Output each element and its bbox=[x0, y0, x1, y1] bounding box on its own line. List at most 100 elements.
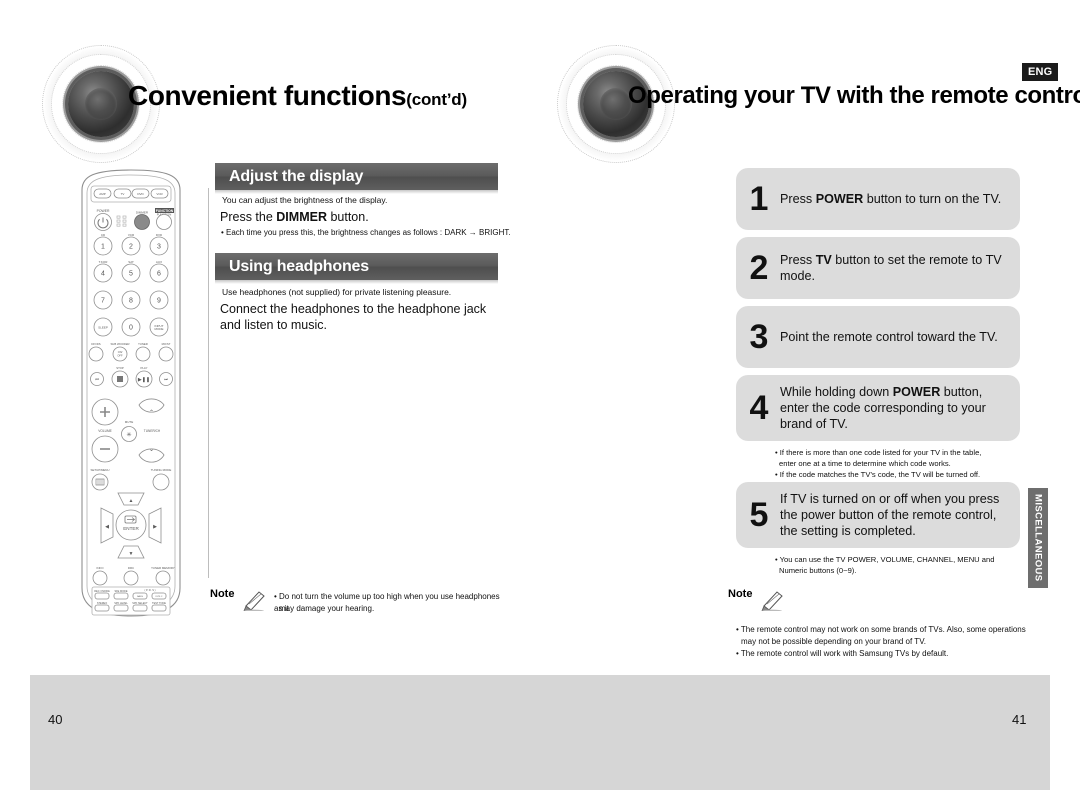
page-number-left: 40 bbox=[48, 712, 63, 727]
svg-text:STEREO: STEREO bbox=[97, 602, 107, 605]
section-heading-using-headphones: Using headphones bbox=[215, 253, 498, 284]
step-3-number: 3 bbox=[749, 318, 769, 356]
step-1: 1 Press POWER button to turn on the TV. bbox=[736, 168, 1020, 230]
page-title: Convenient functions(cont’d) bbox=[128, 80, 467, 112]
step-3: 3 Point the remote control toward the TV… bbox=[736, 306, 1020, 368]
svg-text:SLEEP: SLEEP bbox=[98, 326, 108, 330]
svg-text:POWER: POWER bbox=[97, 209, 110, 213]
svg-text:MODE: MODE bbox=[155, 327, 164, 331]
left-page: Convenient functions(cont’d) Adjust the … bbox=[0, 0, 540, 790]
side-tab-miscellaneous: MISCELLANEOUS bbox=[1028, 488, 1048, 588]
svg-text:DIMMER: DIMMER bbox=[136, 211, 149, 215]
instr-suffix: button. bbox=[326, 210, 369, 224]
step-2-part-a: Press bbox=[780, 252, 816, 267]
step-5: 5 If TV is turned on or off when you pre… bbox=[736, 482, 1020, 548]
svg-text:◀: ◀ bbox=[105, 524, 109, 530]
svg-text:SFE MODE: SFE MODE bbox=[114, 590, 127, 593]
adjust-display-bullet: • Each time you press this, the brightne… bbox=[221, 228, 511, 237]
svg-text:AUX: AUX bbox=[156, 260, 162, 264]
svg-text:2: 2 bbox=[129, 244, 133, 251]
svg-text:7: 7 bbox=[101, 298, 105, 305]
step-2-part-b: TV bbox=[815, 252, 832, 267]
adjust-display-instruction: Press the DIMMER button. bbox=[220, 209, 510, 225]
svg-text:SPK LEVEL: SPK LEVEL bbox=[114, 602, 128, 605]
adjust-display-intro: You can adjust the brightness of the dis… bbox=[222, 195, 388, 205]
svg-text:VCR: VCR bbox=[156, 192, 163, 196]
note-label: Note bbox=[210, 588, 235, 600]
page-title-suffix: (cont’d) bbox=[406, 90, 467, 109]
svg-text:1: 1 bbox=[101, 244, 105, 251]
svg-text:VCR: VCR bbox=[128, 233, 135, 237]
instr-bold: DIMMER bbox=[276, 210, 327, 224]
svg-text:3: 3 bbox=[157, 244, 161, 251]
step-1-part-b: POWER bbox=[815, 191, 864, 206]
svg-text:✳: ✳ bbox=[126, 432, 131, 439]
svg-text:TUNER/CH: TUNER/CH bbox=[144, 429, 161, 433]
svg-text:▼: ▼ bbox=[129, 551, 134, 557]
svg-text:DYN.C: DYN.C bbox=[156, 596, 163, 598]
step-4-note-1: • If there is more than one code listed … bbox=[775, 448, 982, 457]
svg-text:▶: ▶ bbox=[153, 524, 157, 530]
step-4-part-b: POWER bbox=[892, 384, 941, 399]
manual-spread: Convenient functions(cont’d) Adjust the … bbox=[0, 0, 1080, 790]
svg-text:DIV/DS: DIV/DS bbox=[91, 342, 100, 346]
note-line-2: may damage your hearing. bbox=[279, 604, 375, 613]
step-4-part-a: While holding down bbox=[780, 384, 893, 399]
step-5-number: 5 bbox=[749, 496, 769, 534]
svg-text:⏮: ⏮ bbox=[95, 377, 99, 382]
pencil-icon bbox=[243, 591, 265, 611]
step-1-part-c: button to turn on the TV. bbox=[863, 191, 1002, 206]
step-5-note-2: Numeric buttons (0~9). bbox=[779, 566, 857, 575]
svg-text:MO/ST: MO/ST bbox=[162, 342, 171, 346]
step-1-text: Press POWER button to turn on the TV. bbox=[780, 191, 1008, 207]
step-5-note-1: • You can use the TV POWER, VOLUME, CHAN… bbox=[775, 555, 995, 564]
svg-text:TUNER MEMORY: TUNER MEMORY bbox=[151, 566, 175, 570]
svg-text:⏭: ⏭ bbox=[164, 377, 168, 382]
instr-prefix: Press the bbox=[220, 210, 277, 224]
step-4-text: While holding down POWER button, enter t… bbox=[780, 384, 1008, 432]
svg-text:SAT: SAT bbox=[128, 260, 134, 264]
svg-text:MUTE: MUTE bbox=[125, 420, 134, 424]
headphones-instruction: Connect the headphones to the headphone … bbox=[220, 302, 487, 333]
content-divider bbox=[208, 188, 209, 578]
svg-text:▶❚❚: ▶❚❚ bbox=[138, 377, 150, 383]
step-4: 4 While holding down POWER button, enter… bbox=[736, 375, 1020, 441]
page-title-text: Convenient functions bbox=[128, 80, 407, 111]
svg-text:8: 8 bbox=[129, 298, 133, 305]
headphones-intro: Use headphones (not supplied) for privat… bbox=[222, 287, 452, 297]
svg-text:4: 4 bbox=[101, 271, 105, 278]
right-page: Operating your TV with the remote contro… bbox=[540, 0, 1080, 790]
svg-text:DVD: DVD bbox=[137, 192, 144, 196]
step-5-text: If TV is turned on or off when you press… bbox=[780, 491, 1000, 539]
svg-text:AMP: AMP bbox=[99, 192, 106, 196]
step-1-part-a: Press bbox=[780, 191, 816, 206]
svg-text:OFF: OFF bbox=[117, 354, 123, 358]
svg-text:INFO: INFO bbox=[97, 566, 105, 570]
svg-text:⌃: ⌃ bbox=[149, 409, 154, 416]
svg-text:STOP: STOP bbox=[116, 366, 124, 370]
step-3-text: Point the remote control toward the TV. bbox=[780, 329, 998, 344]
step-2-text: Press TV button to set the remote to TV … bbox=[780, 252, 1008, 284]
svg-text:DRC: DRC bbox=[128, 566, 134, 570]
step-2: 2 Press TV button to set the remote to T… bbox=[736, 237, 1020, 299]
svg-text:5: 5 bbox=[129, 271, 133, 278]
right-note-line-1: • The remote control may not work on som… bbox=[736, 625, 1026, 634]
step-1-number: 1 bbox=[749, 180, 769, 218]
svg-text:6: 6 bbox=[157, 271, 161, 278]
svg-text:T.KOR: T.KOR bbox=[99, 260, 109, 264]
step-2-number: 2 bbox=[749, 249, 769, 287]
svg-text:SETUP/MENU: SETUP/MENU bbox=[91, 468, 110, 472]
right-note-line-3: • The remote control will work with Sams… bbox=[736, 649, 949, 658]
section-heading-adjust-display: Adjust the display bbox=[215, 163, 498, 194]
remote-control-diagram-left: AMP TV DVD VCR POWER DIMMER FUNCTION CD … bbox=[70, 168, 192, 620]
note-label-right: Note bbox=[728, 588, 753, 600]
svg-text:▲: ▲ bbox=[129, 498, 134, 504]
page-title-right: Operating your TV with the remote contro… bbox=[628, 82, 1080, 109]
dimmer-button-highlight bbox=[134, 214, 150, 230]
svg-text:ON/: ON/ bbox=[118, 350, 123, 354]
step-4-number: 4 bbox=[749, 389, 769, 427]
step-4-note-3: • If the code matches the TV’s code, the… bbox=[775, 470, 981, 479]
svg-text:REC 3 MODE: REC 3 MODE bbox=[94, 590, 110, 593]
svg-text:( P. Fl. S ): ( P. Fl. S ) bbox=[145, 589, 156, 592]
right-note-line-2: may not be possible depending on your br… bbox=[741, 637, 927, 646]
